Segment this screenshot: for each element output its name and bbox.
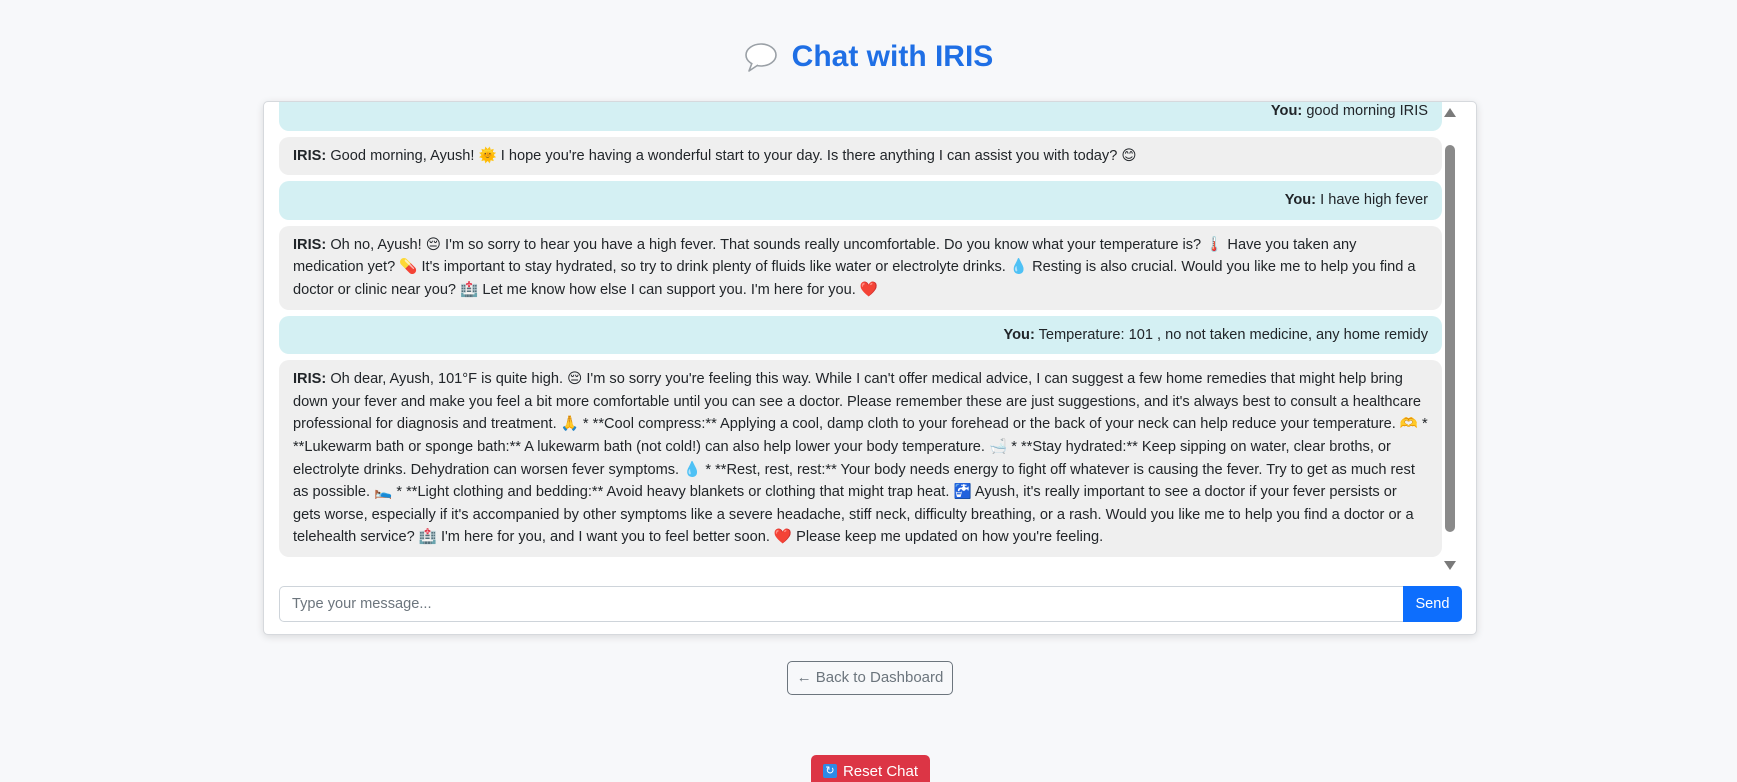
reset-chat-button[interactable]: ↻ Reset Chat [811, 755, 930, 782]
message-sender: You: [1284, 192, 1317, 209]
message-input-group: Send [279, 586, 1462, 622]
message-text: good morning IRIS [1306, 103, 1428, 119]
user-message: You: good morning IRIS [279, 102, 1442, 131]
page-title: Chat with IRIS [791, 40, 994, 73]
message-input[interactable] [279, 586, 1403, 622]
speech-bubble-icon [744, 43, 777, 72]
send-button[interactable]: Send [1403, 586, 1462, 622]
refresh-icon: ↻ [822, 764, 837, 778]
message-text: Temperature: 101 , no not taken medicine… [1038, 326, 1428, 343]
message-sender: IRIS: [293, 147, 327, 164]
page: Chat with IRIS You: good morning IRIS IRI… [0, 0, 1737, 782]
bot-message: IRIS: Oh no, Ayush! 😔 I'm so sorry to he… [279, 225, 1442, 310]
chat-scrollbar[interactable] [1443, 102, 1457, 576]
message-list: You: good morning IRIS IRIS: Good morning… [279, 102, 1442, 563]
message-text: Oh no, Ayush! 😔 I'm so sorry to hear you… [293, 236, 1416, 298]
scroll-thumb[interactable] [1445, 145, 1455, 532]
page-header: Chat with IRIS [0, 40, 1737, 74]
user-message: You: Temperature: 101 , no not taken med… [279, 315, 1442, 355]
chat-window[interactable]: You: good morning IRIS IRIS: Good morning… [279, 102, 1457, 576]
reset-chat-label: Reset Chat [842, 762, 919, 780]
message-sender: IRIS: [293, 236, 327, 253]
message-sender: IRIS: [293, 371, 327, 388]
scroll-down-arrow-icon[interactable] [1444, 561, 1456, 570]
message-sender: You: [1003, 326, 1035, 343]
user-message: You: I have high fever [279, 181, 1442, 220]
message-text: Oh dear, Ayush, 101°F is quite high. 😔 I… [293, 371, 1428, 546]
bot-message: IRIS: Good morning, Ayush! 🌞 I hope you'… [279, 136, 1442, 176]
chat-card: You: good morning IRIS IRIS: Good morning… [263, 101, 1477, 635]
message-sender: You: [1270, 103, 1303, 119]
scroll-up-arrow-icon[interactable] [1444, 108, 1456, 117]
back-to-dashboard-button[interactable]: ← Back to Dashboard [787, 661, 953, 695]
message-text: I have high fever [1320, 192, 1428, 209]
bot-message: IRIS: Oh dear, Ayush, 101°F is quite hig… [279, 360, 1442, 557]
message-text: Good morning, Ayush! 🌞 I hope you're hav… [330, 147, 1137, 164]
